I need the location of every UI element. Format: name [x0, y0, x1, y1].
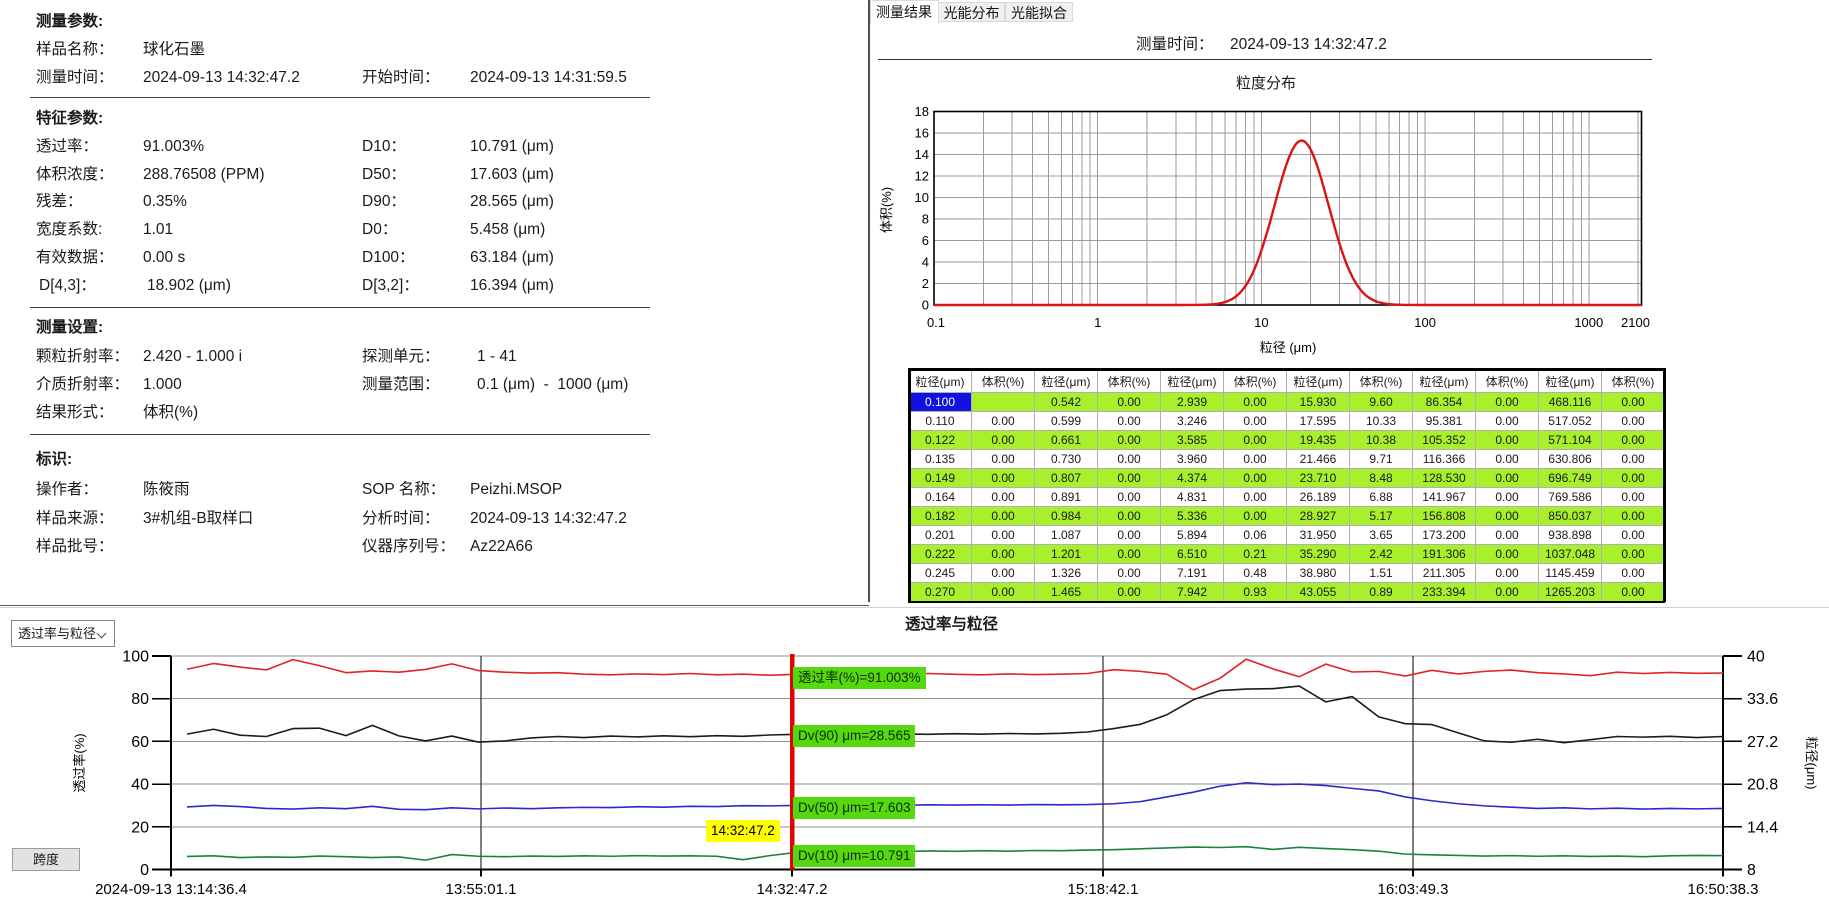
svg-text:16:50:38.3: 16:50:38.3	[1688, 881, 1759, 898]
svg-text:16:03:49.3: 16:03:49.3	[1378, 881, 1449, 898]
svg-text:14:32:47.2: 14:32:47.2	[757, 881, 828, 898]
svg-text:粒径(μm): 粒径(μm)	[1804, 737, 1819, 790]
svg-text:15:18:42.1: 15:18:42.1	[1068, 881, 1139, 898]
svg-text:0: 0	[140, 862, 149, 879]
svg-text:40: 40	[1747, 649, 1765, 666]
svg-text:20.8: 20.8	[1747, 777, 1778, 794]
svg-text:2024-09-13 13:14:36.4: 2024-09-13 13:14:36.4	[95, 881, 247, 898]
svg-text:33.6: 33.6	[1747, 691, 1778, 708]
svg-text:14.4: 14.4	[1747, 819, 1778, 836]
svg-text:8: 8	[1747, 862, 1756, 879]
svg-text:透过率(%): 透过率(%)	[72, 733, 87, 792]
svg-text:13:55:01.1: 13:55:01.1	[446, 881, 517, 898]
svg-text:27.2: 27.2	[1747, 734, 1778, 751]
svg-text:80: 80	[131, 691, 149, 708]
svg-text:40: 40	[131, 777, 149, 794]
svg-text:20: 20	[131, 819, 149, 836]
svg-text:100: 100	[122, 649, 149, 666]
svg-text:60: 60	[131, 734, 149, 751]
